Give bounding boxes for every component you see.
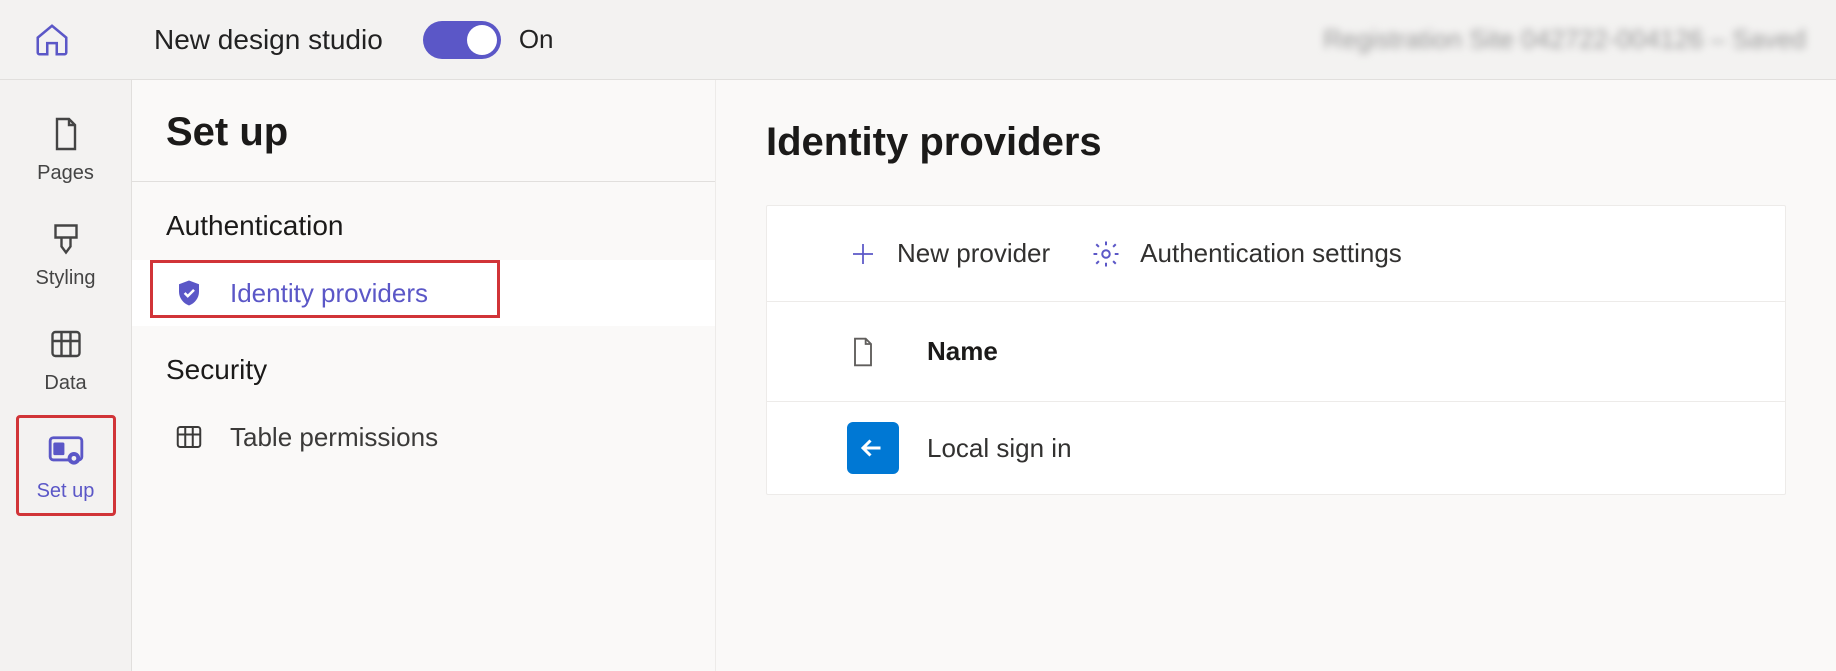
rail-label: Styling <box>35 267 95 290</box>
saved-status: Registration Site 042722-004126 – Saved <box>1323 24 1806 55</box>
table-row[interactable]: Local sign in <box>767 402 1785 494</box>
brush-icon <box>46 219 86 259</box>
topbar: New design studio On Registration Site 0… <box>0 0 1836 80</box>
sidepanel-title: Set up <box>132 110 715 181</box>
plus-icon <box>847 238 879 270</box>
design-studio-label: New design studio <box>154 24 383 56</box>
page-icon <box>46 114 86 154</box>
rail-item-styling[interactable]: Styling <box>16 205 116 300</box>
rail-item-data[interactable]: Data <box>16 310 116 405</box>
shield-check-icon <box>172 278 206 308</box>
side-item-label: Table permissions <box>230 422 438 453</box>
cmd-label: New provider <box>897 238 1050 269</box>
rail-label: Pages <box>37 162 94 185</box>
rail-item-setup[interactable]: Set up <box>16 415 116 516</box>
content-area: Identity providers New provider Authenti… <box>716 80 1836 671</box>
gear-icon <box>1090 238 1122 270</box>
section-security: Security <box>132 326 715 404</box>
header-type-icon <box>847 336 927 368</box>
setup-side-panel: Set up Authentication Identity providers… <box>132 80 716 671</box>
table-icon <box>46 324 86 364</box>
rail-label: Data <box>44 372 86 395</box>
row-name: Local sign in <box>927 433 1072 464</box>
cmd-label: Authentication settings <box>1140 238 1402 269</box>
local-signin-icon <box>847 422 899 474</box>
left-rail: Pages Styling Data Set up <box>0 80 132 671</box>
providers-card: New provider Authentication settings Nam… <box>766 205 1786 495</box>
auth-settings-button[interactable]: Authentication settings <box>1090 238 1402 270</box>
home-icon[interactable] <box>30 18 74 62</box>
table-icon <box>172 422 206 452</box>
section-authentication: Authentication <box>132 182 715 260</box>
rail-label: Set up <box>37 480 95 503</box>
table-header: Name <box>767 302 1785 402</box>
page-title: Identity providers <box>766 120 1786 165</box>
design-studio-toggle[interactable] <box>423 21 501 59</box>
side-item-identity-providers[interactable]: Identity providers <box>132 260 715 326</box>
side-item-label: Identity providers <box>230 278 428 309</box>
toggle-state-label: On <box>519 24 554 55</box>
setup-icon <box>46 432 86 472</box>
new-provider-button[interactable]: New provider <box>847 238 1050 270</box>
side-item-table-permissions[interactable]: Table permissions <box>132 404 715 470</box>
command-bar: New provider Authentication settings <box>767 206 1785 302</box>
rail-item-pages[interactable]: Pages <box>16 100 116 195</box>
header-name[interactable]: Name <box>927 336 998 367</box>
